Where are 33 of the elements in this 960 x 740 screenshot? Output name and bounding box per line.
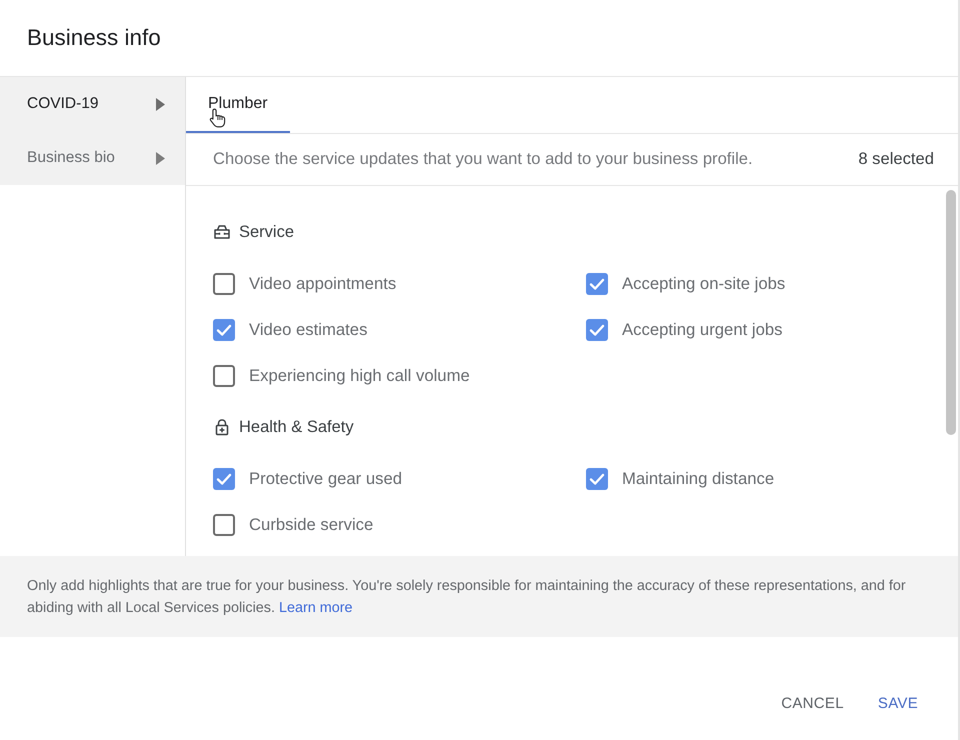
- checkbox[interactable]: [213, 468, 235, 490]
- toolbox-icon: [213, 223, 231, 241]
- checkbox[interactable]: [586, 319, 608, 341]
- sidebar-item[interactable]: COVID-19: [0, 77, 185, 131]
- checkbox-label[interactable]: Accepting urgent jobs: [622, 317, 782, 343]
- disclaimer-text: Only add highlights that are true for your business. You're solely responsible for maintaining the accuracy of these representations, and for abiding with all Local Services policies. Learn more: [27, 577, 907, 618]
- checkbox-label[interactable]: Maintaining distance: [622, 466, 774, 492]
- section-title: Service: [239, 222, 294, 243]
- checkbox[interactable]: [586, 468, 608, 490]
- checkbox[interactable]: [213, 365, 235, 387]
- sidebar-item[interactable]: Business bio: [0, 131, 185, 185]
- dialog-title: Business info: [27, 24, 161, 52]
- cancel-button[interactable]: CANCEL: [765, 686, 860, 722]
- checkbox-label[interactable]: Protective gear used: [249, 466, 402, 492]
- checkbox-label[interactable]: Accepting on-site jobs: [622, 271, 786, 297]
- save-button[interactable]: SAVE: [862, 686, 934, 722]
- checkbox-label[interactable]: Video appointments: [249, 271, 396, 297]
- section-title: Health & Safety: [239, 416, 354, 438]
- learn-more-link[interactable]: Learn more: [278, 600, 353, 616]
- checkbox[interactable]: [586, 273, 608, 295]
- caret-right-icon: [156, 98, 165, 110]
- checkbox-label[interactable]: Experiencing high call volume: [249, 363, 470, 389]
- checkbox[interactable]: [213, 273, 235, 295]
- instruction-text: Choose the service updates that you want to add to your business profile.: [213, 148, 753, 170]
- checkbox-label[interactable]: Curbside service: [249, 512, 374, 538]
- selected-count: 8 selected: [858, 148, 934, 170]
- checkbox-label[interactable]: Video estimates: [249, 317, 368, 343]
- checkbox[interactable]: [213, 319, 235, 341]
- padlock-plus-icon: [213, 418, 231, 436]
- hand-cursor-icon: [209, 108, 226, 128]
- caret-right-icon: [156, 152, 165, 164]
- scrollbar-thumb[interactable]: [946, 190, 956, 435]
- checkbox[interactable]: [213, 514, 235, 536]
